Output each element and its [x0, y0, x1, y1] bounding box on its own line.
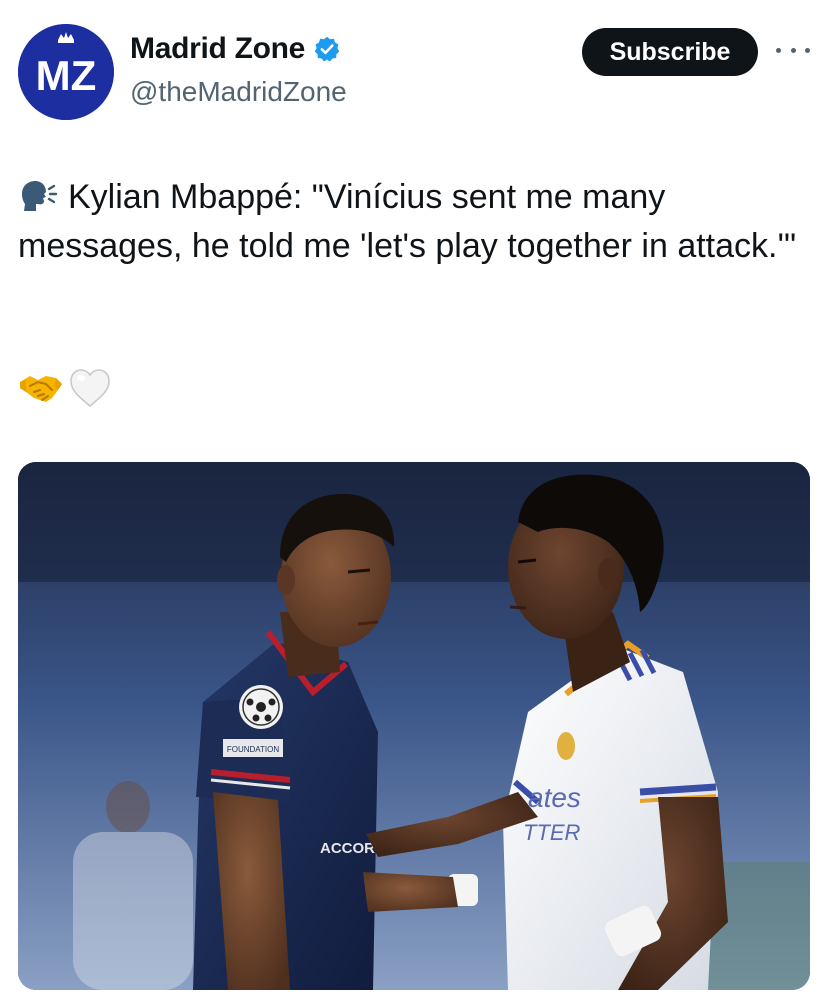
more-options-icon[interactable] — [776, 38, 810, 62]
subscribe-button[interactable]: Subscribe — [582, 28, 758, 76]
tweet-header: MZ Madrid Zone @theMadridZone Subscribe — [0, 0, 828, 130]
club-crest-icon — [557, 732, 575, 760]
jersey-text-2: TTER — [523, 820, 581, 845]
avatar-initials: MZ — [36, 52, 97, 99]
jersey-text-1: ates — [528, 782, 581, 813]
tweet-photo[interactable]: FOUNDATION ACCOR ates TTER — [18, 462, 810, 990]
display-name[interactable]: Madrid Zone — [130, 32, 305, 66]
avatar[interactable]: MZ — [18, 24, 114, 120]
white-heart-icon — [68, 367, 112, 414]
sponsor-text: ACCOR — [320, 840, 375, 857]
speaking-head-icon — [18, 177, 58, 211]
tweet-text: Kylian Mbappé: "Vinícius sent me many me… — [18, 173, 808, 271]
foundation-patch-text: FOUNDATION — [227, 745, 280, 754]
tweet-body: Kylian Mbappé: "Vinícius sent me many me… — [18, 178, 797, 265]
handle[interactable]: @theMadridZone — [130, 76, 347, 108]
handshake-icon — [18, 368, 64, 413]
emoji-row — [18, 367, 112, 414]
name-row: Madrid Zone — [130, 32, 341, 66]
verified-badge-icon — [313, 35, 341, 63]
